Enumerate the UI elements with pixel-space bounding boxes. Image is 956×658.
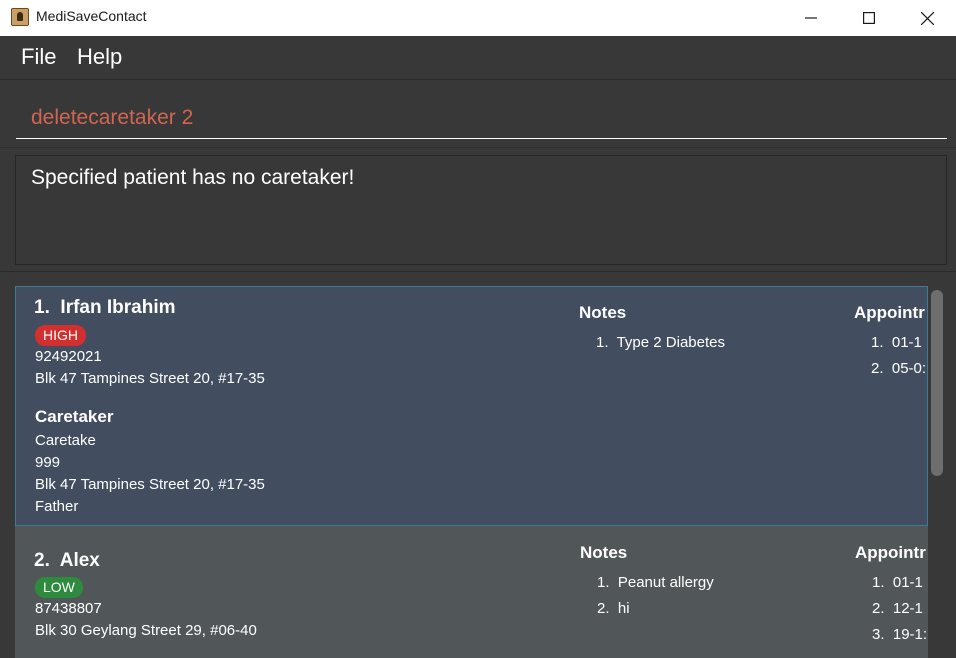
person-name: 1. Irfan Ibrahim — [34, 297, 176, 319]
note-number: 1. — [596, 334, 609, 351]
person-index: 2. — [34, 550, 50, 571]
appointment-number: 1. — [871, 334, 884, 351]
note-number: 1. — [597, 574, 610, 591]
result-message: Specified patient has no caretaker! — [31, 166, 355, 189]
appointment-item: 2. 05-0: — [871, 360, 926, 377]
maximize-icon — [863, 12, 875, 24]
appointment-text: 12-1 — [892, 600, 923, 617]
command-input[interactable] — [16, 97, 947, 139]
appointment-text: 01-1 — [892, 574, 923, 591]
minimize-button[interactable] — [782, 0, 840, 36]
appointment-item: 1. 01-1 — [871, 334, 922, 351]
command-box — [0, 81, 956, 147]
result-display[interactable]: Specified patient has no caretaker! — [15, 155, 947, 265]
person-address: Blk 30 Geylang Street 29, #06-40 — [35, 622, 257, 639]
close-button[interactable] — [898, 0, 956, 36]
window-title: MediSaveContact — [36, 8, 147, 24]
person-address: Blk 47 Tampines Street 20, #17-35 — [35, 370, 265, 387]
appointments-heading: Appointr — [855, 543, 926, 562]
result-display-area: Specified patient has no caretaker! — [0, 147, 956, 270]
person-phone: 87438807 — [35, 600, 102, 617]
notes-heading: Notes — [580, 543, 628, 562]
appointment-item: 1. 01-1 — [872, 574, 923, 591]
caretaker-address: Blk 47 Tampines Street 20, #17-35 — [35, 476, 265, 493]
person-card-selected[interactable]: 1. Irfan Ibrahim HIGH 92492021 Blk 47 Ta… — [15, 286, 928, 526]
appointment-text: 19-1: — [892, 626, 928, 643]
notes-heading: Notes — [579, 303, 627, 322]
menu-file[interactable]: File — [21, 44, 56, 70]
maximize-button[interactable] — [840, 0, 898, 36]
caretaker-phone: 999 — [35, 454, 61, 471]
person-phone: 92492021 — [35, 348, 102, 365]
title-bar: MediSaveContact — [0, 0, 956, 36]
appointment-text: 01-1 — [891, 334, 922, 351]
app-contact-icon — [11, 8, 29, 26]
person-name: 2. Alex — [34, 550, 100, 572]
caretaker-relationship: Father — [35, 498, 79, 515]
person-name-text: Irfan Ibrahim — [60, 297, 176, 318]
person-card[interactable]: 2. Alex LOW 87438807 Blk 30 Geylang Stre… — [15, 526, 928, 658]
appointments-heading: Appointr — [854, 303, 925, 322]
appointment-number: 3. — [872, 626, 885, 643]
caretaker-name: Caretake — [35, 432, 96, 449]
menu-help[interactable]: Help — [77, 44, 122, 70]
appointment-number: 2. — [872, 600, 885, 617]
note-item: 2. hi — [597, 600, 630, 617]
appointment-number: 1. — [872, 574, 885, 591]
close-icon — [920, 11, 934, 25]
minimize-icon — [805, 17, 817, 19]
note-text: Peanut allergy — [617, 574, 714, 591]
caretaker-heading: Caretaker — [35, 407, 114, 426]
person-index: 1. — [34, 297, 50, 318]
note-number: 2. — [597, 600, 610, 617]
person-list: 1. Irfan Ibrahim HIGH 92492021 Blk 47 Ta… — [0, 271, 956, 658]
note-item: 1. Type 2 Diabetes — [596, 334, 725, 351]
appointment-item: 3. 19-1: — [872, 626, 927, 643]
appointment-item: 2. 12-1 — [872, 600, 923, 617]
priority-badge: LOW — [35, 577, 83, 598]
note-item: 1. Peanut allergy — [597, 574, 714, 591]
note-text: Type 2 Diabetes — [616, 334, 725, 351]
note-text: hi — [617, 600, 630, 617]
menu-bar: File Help — [0, 36, 956, 80]
appointment-text: 05-0: — [891, 360, 927, 377]
appointment-number: 2. — [871, 360, 884, 377]
priority-badge: HIGH — [35, 325, 86, 346]
list-scrollbar-thumb[interactable] — [931, 290, 943, 476]
person-name-text: Alex — [59, 550, 100, 571]
